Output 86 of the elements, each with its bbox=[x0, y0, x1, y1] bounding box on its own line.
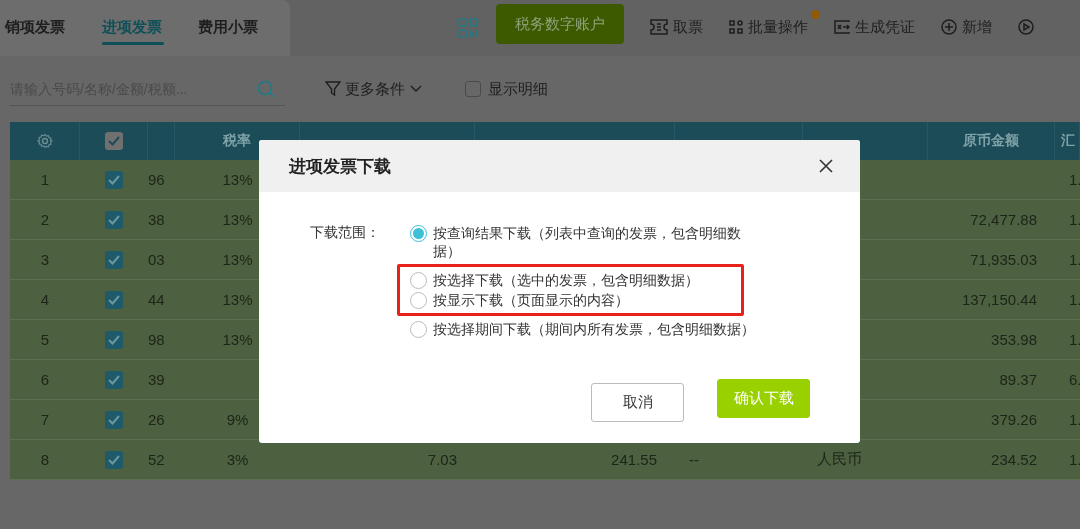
checkbox-label: 显示明细 bbox=[488, 79, 548, 99]
table-cell: 234.52 bbox=[991, 451, 1037, 468]
row-checkbox[interactable] bbox=[105, 290, 123, 309]
checkbox[interactable] bbox=[465, 81, 481, 97]
radio-label[interactable]: 按选择下载（选中的发票，包含明细数据） bbox=[433, 271, 741, 289]
table-cell: 379.26 bbox=[991, 411, 1037, 428]
table-cell: 1. bbox=[1069, 331, 1080, 348]
primary-button[interactable]: 税务数字账户 bbox=[496, 4, 624, 44]
table-cell: 1. bbox=[1069, 251, 1080, 268]
table-cell: 1. bbox=[1069, 291, 1080, 308]
toolbar-button[interactable]: 批量操作 bbox=[729, 0, 808, 56]
row-number: 2 bbox=[39, 210, 51, 230]
table-cell: 26 bbox=[148, 411, 165, 428]
row-checkbox[interactable] bbox=[105, 210, 123, 229]
table-cell: 6. bbox=[1069, 371, 1080, 388]
toolbar-button[interactable]: 新增 bbox=[941, 0, 992, 56]
row-number: 7 bbox=[39, 410, 51, 430]
radio-label[interactable]: 按显示下载（页面显示的内容） bbox=[433, 291, 741, 309]
table-cell: 96 bbox=[148, 171, 165, 188]
table-cell: 03 bbox=[148, 251, 165, 268]
voucher-icon bbox=[834, 20, 850, 34]
radio-label[interactable]: 按选择期间下载（期间内所有发票，包含明细数据） bbox=[433, 320, 763, 338]
funnel-icon bbox=[325, 81, 341, 97]
table-cell: 13% bbox=[222, 291, 253, 308]
table-cell: 353.98 bbox=[991, 331, 1037, 348]
row-number: 8 bbox=[39, 450, 51, 470]
table-cell: 71,935.03 bbox=[970, 251, 1037, 268]
table-cell: 13% bbox=[222, 211, 253, 228]
toolbar-button[interactable]: 生成凭证 bbox=[834, 0, 915, 56]
table-cell: 13% bbox=[222, 171, 253, 188]
select-all-checkbox[interactable] bbox=[104, 132, 123, 150]
radio-button[interactable] bbox=[410, 321, 427, 338]
table-cell: 98 bbox=[148, 331, 165, 348]
table-cell: 7.03 bbox=[427, 451, 457, 468]
table-cell: 1. bbox=[1069, 171, 1080, 188]
close-icon[interactable] bbox=[818, 158, 834, 174]
row-checkbox[interactable] bbox=[105, 450, 123, 469]
table-cell: 1. bbox=[1069, 411, 1080, 428]
table-cell: 52 bbox=[148, 451, 165, 468]
confirm-button[interactable]: 确认下载 bbox=[717, 379, 810, 418]
ticket-icon bbox=[650, 19, 668, 35]
row-checkbox[interactable] bbox=[105, 170, 123, 189]
table-cell: 39 bbox=[148, 371, 165, 388]
settings-icon[interactable] bbox=[36, 133, 53, 149]
row-checkbox[interactable] bbox=[105, 250, 123, 269]
grid-icon bbox=[729, 20, 743, 34]
tab[interactable]: 费用小票 bbox=[198, 7, 290, 49]
chevron-down-icon bbox=[409, 84, 423, 94]
table-cell: 13% bbox=[222, 331, 253, 348]
table-cell: 38 bbox=[148, 211, 165, 228]
column-header: 税率 bbox=[223, 132, 251, 150]
tab[interactable]: 销项发票 bbox=[5, 7, 97, 49]
field-label: 下载范围： bbox=[310, 223, 381, 242]
column-header: 汇 bbox=[1061, 132, 1075, 150]
row-number: 5 bbox=[39, 330, 51, 350]
table-cell: 13% bbox=[222, 251, 253, 268]
table-cell: -- bbox=[689, 451, 699, 468]
row-number: 3 bbox=[39, 250, 51, 270]
row-number: 1 bbox=[39, 170, 51, 190]
table-cell: 89.37 bbox=[999, 371, 1037, 388]
table-cell: 3% bbox=[226, 451, 249, 468]
row-checkbox[interactable] bbox=[105, 330, 123, 349]
table-cell: 人民币 bbox=[817, 450, 862, 469]
column-header: 原币金额 bbox=[963, 132, 1019, 150]
radio-button[interactable] bbox=[410, 272, 427, 289]
table-cell: 9% bbox=[226, 411, 249, 428]
row-number: 6 bbox=[39, 370, 51, 390]
add-icon bbox=[941, 19, 957, 35]
radio-button[interactable] bbox=[410, 225, 427, 242]
row-checkbox[interactable] bbox=[105, 410, 123, 429]
table-cell: 72,477.88 bbox=[970, 211, 1037, 228]
table-cell: 1. bbox=[1069, 451, 1080, 468]
row-checkbox[interactable] bbox=[105, 370, 123, 389]
table-cell: 44 bbox=[148, 291, 165, 308]
row-number: 4 bbox=[39, 290, 51, 310]
table-cell: 1. bbox=[1069, 211, 1080, 228]
play-icon bbox=[1018, 19, 1034, 35]
dialog-title: 进项发票下载 bbox=[289, 155, 391, 178]
table-cell: 241.55 bbox=[611, 451, 657, 468]
toolbar-button[interactable]: 取票 bbox=[650, 0, 703, 56]
tab[interactable]: 进项发票 bbox=[101, 7, 194, 49]
radio-button[interactable] bbox=[410, 292, 427, 309]
table-cell: 137,150.44 bbox=[961, 291, 1037, 308]
radio-label[interactable]: 按查询结果下载（列表中查询的发票，包含明细数据） bbox=[433, 224, 763, 260]
cancel-button[interactable]: 取消 bbox=[591, 383, 684, 422]
filter-dropdown[interactable]: 更多条件 bbox=[325, 79, 423, 99]
